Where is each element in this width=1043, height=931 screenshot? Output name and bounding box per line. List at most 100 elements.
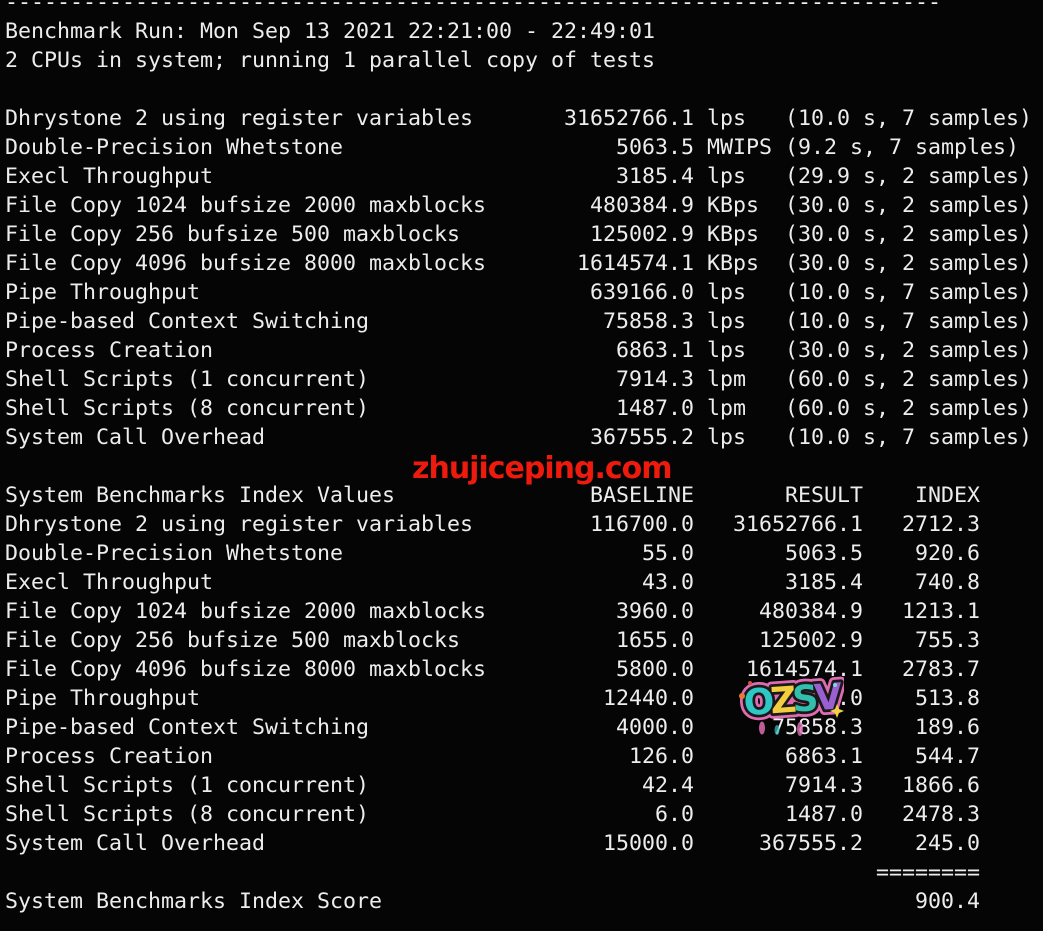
baseline-value: 5800.0 [616,657,695,682]
test-label: Execl Throughput [5,164,214,189]
graffiti-dot [748,681,752,685]
test-unit: lpm [707,367,747,392]
column-header-index: INDEX [915,483,981,508]
benchmark-result-row: File Copy 1024 bufsize 2000 maxblocks 480… [5,191,1043,220]
test-value: 3185.4 [616,164,695,189]
index-row: Pipe Throughput 12440.0 639166.0 513.8 [5,684,1043,713]
test-samples: (30.0 s, 2 samples) [785,338,1033,363]
benchmark-result-row: Double-Precision Whetstone 5063.5 MWIPS (9.… [5,133,1043,162]
test-value: 367555.2 [590,425,695,450]
test-samples: (29.9 s, 2 samples) [785,164,1033,189]
result-value: 7914.3 [785,773,864,798]
score-value: 900.4 [915,889,981,914]
test-value: 1487.0 [616,396,695,421]
test-label: File Copy 4096 bufsize 8000 maxblocks [5,657,487,682]
index-value: 2478.3 [902,802,981,827]
test-samples: (30.0 s, 2 samples) [785,251,1033,276]
baseline-value: 15000.0 [603,831,695,856]
graffiti-drip [774,725,780,735]
graffiti-drip [759,721,765,735]
benchmark-result-row: Shell Scripts (8 concurrent) 1487.0 lpm (60… [5,394,1043,423]
test-label: Shell Scripts (1 concurrent) [5,773,370,798]
result-value: 1487.0 [785,802,864,827]
baseline-value: 43.0 [642,570,695,595]
index-value: 920.6 [915,541,981,566]
test-samples: (30.0 s, 2 samples) [785,222,1033,247]
test-value: 75858.3 [603,309,695,334]
system-info-line: 2 CPUs in system; running 1 parallel cop… [5,48,656,73]
benchmark-result-row: Pipe Throughput 639166.0 lps (10.0 s, 7 sam… [5,278,1043,307]
test-label: Shell Scripts (8 concurrent) [5,396,370,421]
result-value: 480384.9 [759,599,864,624]
baseline-value: 6.0 [655,802,695,827]
test-value: 7914.3 [616,367,695,392]
test-unit: KBps [707,193,760,218]
index-row: File Copy 256 bufsize 500 maxblocks 1655.… [5,626,1043,655]
separator-line: ----------------------------------------… [5,0,942,15]
index-value: 189.6 [915,715,981,740]
baseline-value: 1655.0 [616,628,695,653]
index-row: Execl Throughput 43.0 3185.4 740.8 [5,568,1043,597]
test-label: File Copy 256 bufsize 500 maxblocks [5,222,461,247]
benchmark-result-row: Dhrystone 2 using register variables 3165… [5,104,1043,133]
index-value: 740.8 [915,570,981,595]
result-value: 31652766.1 [733,512,864,537]
test-label: Shell Scripts (1 concurrent) [5,367,370,392]
test-label: Process Creation [5,338,214,363]
benchmark-result-row: Execl Throughput 3185.4 lps (29.9 s, 2 samp… [5,162,1043,191]
index-value: 1213.1 [902,599,981,624]
benchmark-result-row: System Call Overhead 367555.2 lps (10.0 s, … [5,423,1043,452]
benchmark-result-row: File Copy 4096 bufsize 8000 maxblocks 161… [5,249,1043,278]
test-unit: lps [707,425,747,450]
test-samples: (10.0 s, 7 samples) [785,280,1033,305]
index-row: Shell Scripts (1 concurrent) 42.4 7914.3 18… [5,771,1043,800]
baseline-value: 116700.0 [590,512,695,537]
index-value: 755.3 [915,628,981,653]
test-unit: lps [707,106,747,131]
graffiti-letters: OZSV [742,676,843,724]
score-separator: ======== [876,860,981,885]
benchmark-result-row: Pipe-based Context Switching 75858.3 lps (1… [5,307,1043,336]
index-row: Dhrystone 2 using register variables 1167… [5,510,1043,539]
test-samples: (9.2 s, 7 samples) [785,135,1020,160]
benchmark-result-row: File Copy 256 bufsize 500 maxblocks 12500… [5,220,1043,249]
terminal-window[interactable]: { "terminal": { "separator_top": "------… [0,0,1043,931]
test-samples: (10.0 s, 7 samples) [785,425,1033,450]
test-label: Pipe-based Context Switching [5,309,370,334]
test-samples: (30.0 s, 2 samples) [785,193,1033,218]
test-label: System Call Overhead [5,425,266,450]
test-value: 6863.1 [616,338,695,363]
test-label: Dhrystone 2 using register variables [5,512,474,537]
result-value: 3185.4 [785,570,864,595]
test-label: Pipe Throughput [5,280,201,305]
test-label: Double-Precision Whetstone [5,541,344,566]
index-value: 2712.3 [902,512,981,537]
index-row: Double-Precision Whetstone 55.0 5063.5 920.… [5,539,1043,568]
test-unit: lps [707,280,747,305]
run-header-line: Benchmark Run: Mon Sep 13 2021 22:21:00 … [5,19,656,44]
test-label: Process Creation [5,744,214,769]
index-value: 245.0 [915,831,981,856]
test-unit: lpm [707,396,747,421]
index-value: 2783.7 [902,657,981,682]
test-label: File Copy 1024 bufsize 2000 maxblocks [5,193,487,218]
test-label: Shell Scripts (8 concurrent) [5,802,370,827]
score-label: System Benchmarks Index Score [5,889,383,914]
index-row: System Call Overhead 15000.0 367555.2 245.0 [5,829,1043,858]
graffiti-drip [797,722,803,736]
test-samples: (60.0 s, 2 samples) [785,367,1033,392]
index-value: 1866.6 [902,773,981,798]
index-row: File Copy 4096 bufsize 8000 maxblocks 580… [5,655,1043,684]
index-value: 544.7 [915,744,981,769]
graffiti-watermark: OZSV OZSV OZSV [737,674,844,736]
test-label: Execl Throughput [5,570,214,595]
test-unit: lps [707,164,747,189]
test-value: 125002.9 [590,222,695,247]
test-label: System Call Overhead [5,831,266,856]
test-unit: lps [707,309,747,334]
score-line: System Benchmarks Index Score 900.4 [5,887,1043,916]
test-value: 5063.5 [616,135,695,160]
benchmark-result-row: Shell Scripts (1 concurrent) 7914.3 lpm (60… [5,365,1043,394]
site-watermark: zhujiceping.com [412,451,673,486]
result-value: 125002.9 [759,628,864,653]
